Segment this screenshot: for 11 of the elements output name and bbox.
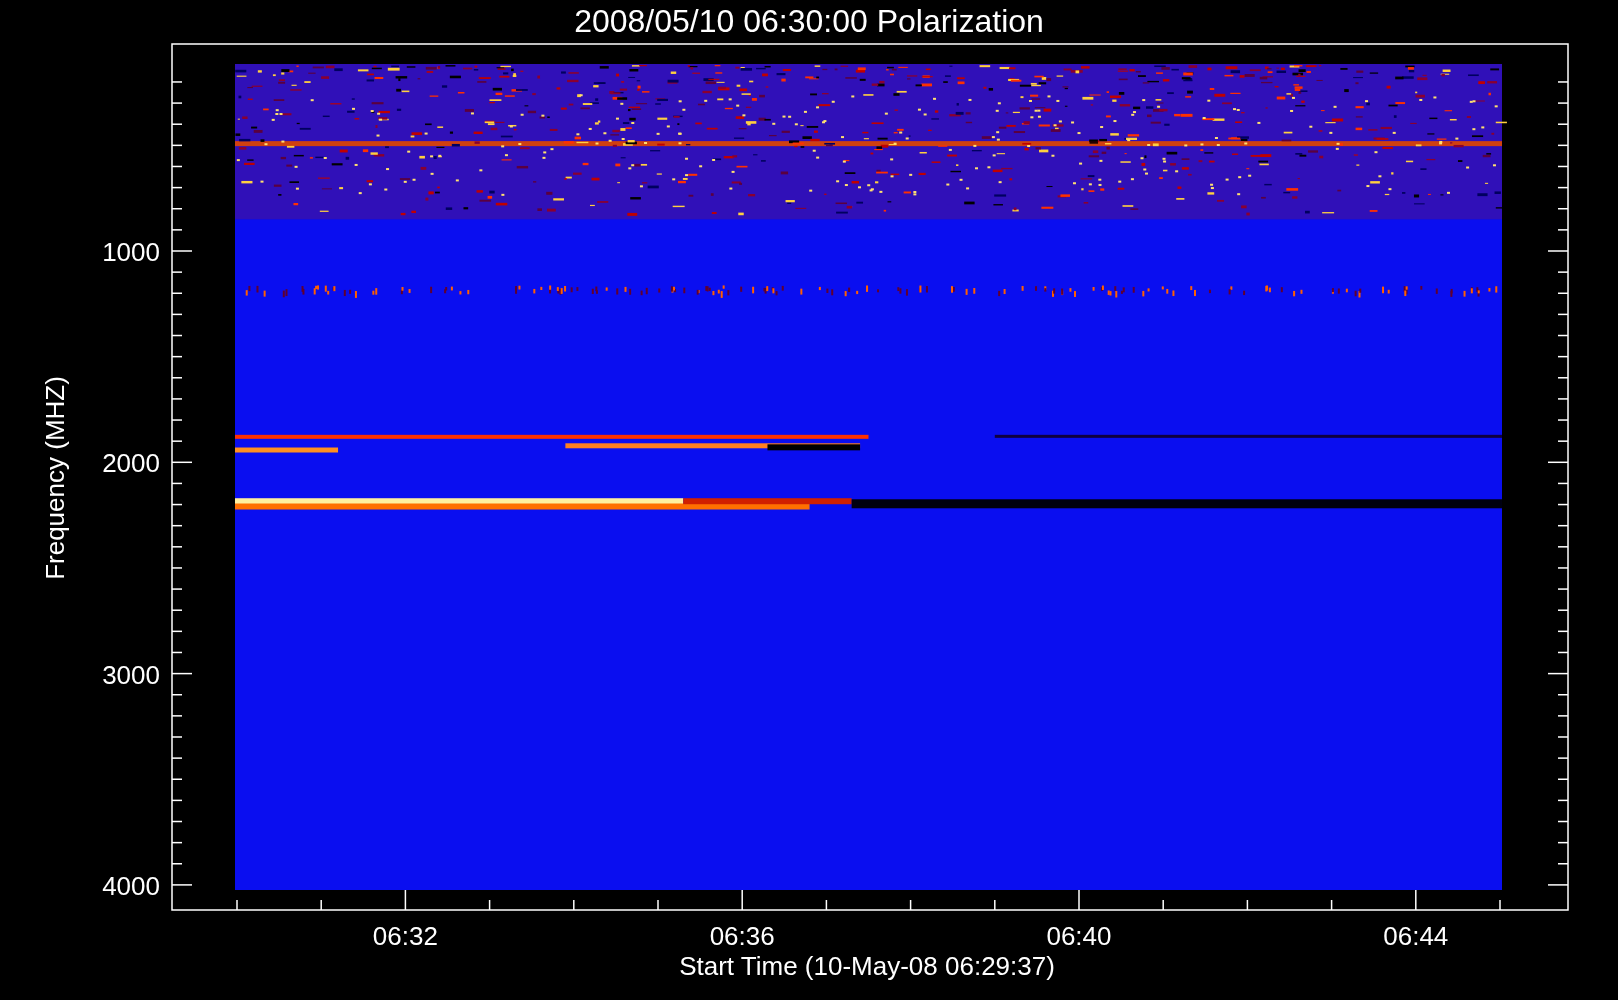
x-tick-label: 06:40	[1046, 921, 1112, 951]
x-tick-label: 06:32	[372, 921, 438, 951]
y-tick-label: 1000	[102, 237, 160, 267]
y-tick-label: 4000	[102, 870, 160, 901]
x-axis-label: Start Time (10-May-08 06:29:37)	[679, 951, 1055, 981]
chart-title: 2008/05/10 06:30:00 Polarization	[574, 3, 1044, 39]
x-tick-label: 06:36	[709, 921, 775, 951]
y-tick-label: 3000	[102, 659, 160, 690]
y-axis-label: Frequency (MHZ)	[40, 376, 70, 580]
x-tick-label: 06:44	[1383, 921, 1449, 951]
y-tick-label: 2000	[102, 448, 160, 479]
